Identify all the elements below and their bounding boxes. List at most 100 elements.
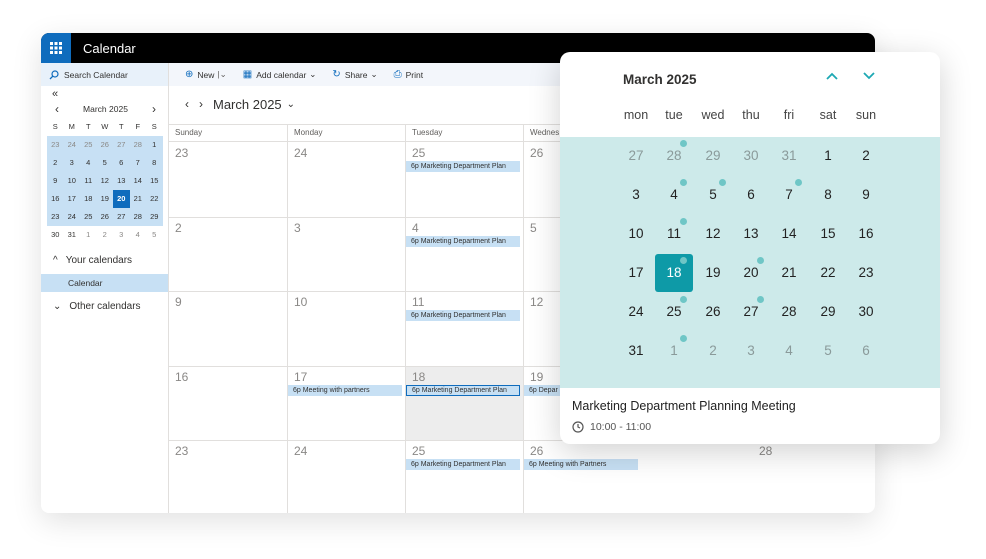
calendar-event[interactable]: 6p Marketing Department Plan	[406, 161, 520, 172]
popup-day[interactable]: 25	[655, 293, 693, 331]
your-calendars-toggle[interactable]: ^ Your calendars	[41, 248, 168, 272]
chevron-up-icon[interactable]	[826, 68, 838, 83]
popup-day[interactable]: 1	[809, 137, 847, 175]
popup-day[interactable]: 27	[732, 293, 770, 331]
mini-day[interactable]: 7	[129, 154, 146, 172]
mini-prev-month-icon[interactable]: ‹	[51, 102, 63, 116]
popup-day[interactable]: 30	[732, 137, 770, 175]
day-cell[interactable]: 25	[405, 143, 523, 218]
current-month-label[interactable]: March 2025	[213, 97, 282, 112]
mini-day[interactable]: 4	[130, 226, 147, 244]
day-cell[interactable]: 10	[287, 292, 405, 367]
day-cell[interactable]: 23	[169, 441, 287, 513]
mini-day[interactable]: 15	[146, 172, 163, 190]
popup-day[interactable]: 24	[617, 293, 655, 331]
popup-day[interactable]: 7	[770, 176, 808, 214]
mini-day[interactable]: 27	[113, 208, 130, 226]
mini-day[interactable]: 31	[64, 226, 81, 244]
chevron-down-icon[interactable]: ⌄	[287, 99, 295, 110]
popup-day[interactable]: 30	[847, 293, 885, 331]
popup-day[interactable]: 3	[732, 332, 770, 370]
mini-day[interactable]: 24	[63, 208, 80, 226]
app-launcher-icon[interactable]	[41, 33, 71, 63]
calendar-event[interactable]: 6p Marketing Department Plan	[406, 310, 520, 321]
day-cell[interactable]: 17	[287, 366, 405, 441]
popup-day[interactable]: 2	[694, 332, 732, 370]
mini-day[interactable]: 23	[47, 208, 64, 226]
mini-day[interactable]: 4	[80, 154, 97, 172]
popup-day[interactable]: 5	[809, 332, 847, 370]
calendar-event[interactable]: 6p Marketing Department Plan	[406, 235, 520, 247]
mini-day[interactable]: 25	[80, 208, 97, 226]
next-month-icon[interactable]: ›	[199, 97, 203, 111]
mini-day[interactable]: 20	[113, 190, 130, 208]
mini-day[interactable]: 2	[97, 226, 114, 244]
mini-next-month-icon[interactable]: ›	[148, 102, 160, 116]
mini-day[interactable]: 30	[47, 226, 64, 244]
day-cell[interactable]: 25	[405, 441, 523, 513]
popup-day[interactable]: 28	[770, 293, 808, 331]
popup-day[interactable]: 16	[847, 215, 885, 253]
popup-day[interactable]: 13	[732, 215, 770, 253]
mini-day[interactable]: 12	[96, 172, 113, 190]
print-button[interactable]: ⎙ Print	[394, 69, 423, 80]
popup-day[interactable]: 17	[617, 254, 655, 292]
day-cell[interactable]: 9	[169, 292, 287, 367]
mini-day[interactable]: 5	[146, 226, 163, 244]
popup-day[interactable]: 5	[694, 176, 732, 214]
popup-day[interactable]: 29	[809, 293, 847, 331]
day-cell[interactable]: 24	[287, 441, 405, 513]
mini-day[interactable]: 24	[63, 136, 80, 154]
mini-day[interactable]: 28	[129, 136, 146, 154]
popup-day[interactable]: 9	[847, 176, 885, 214]
share-button[interactable]: ↻ Share ⌄	[332, 69, 377, 80]
day-cell[interactable]: 26	[523, 441, 641, 513]
prev-month-icon[interactable]: ‹	[185, 97, 189, 111]
popup-day[interactable]: 19	[694, 254, 732, 292]
popup-day[interactable]: 31	[770, 137, 808, 175]
popup-day[interactable]: 28	[655, 137, 693, 175]
popup-day[interactable]: 4	[655, 176, 693, 214]
search-input[interactable]: Search Calendar	[41, 63, 168, 86]
mini-day[interactable]: 19	[96, 190, 113, 208]
popup-day[interactable]: 4	[770, 332, 808, 370]
calendar-event[interactable]: 6p Depar	[524, 384, 560, 396]
mini-day[interactable]: 22	[146, 190, 163, 208]
popup-day[interactable]: 12	[694, 215, 732, 253]
popup-day[interactable]: 20	[732, 254, 770, 292]
popup-day[interactable]: 11	[655, 215, 693, 253]
mini-day[interactable]: 16	[47, 190, 64, 208]
day-cell[interactable]: 23	[169, 143, 287, 218]
day-cell[interactable]: 11	[405, 292, 523, 367]
day-cell[interactable]: 24	[287, 143, 405, 218]
mini-day[interactable]: 29	[146, 208, 163, 226]
popup-day[interactable]: 18	[655, 254, 693, 292]
mini-day[interactable]: 5	[96, 154, 113, 172]
mini-day[interactable]: 3	[63, 154, 80, 172]
popup-day[interactable]: 23	[847, 254, 885, 292]
other-calendars-toggle[interactable]: ⌄ Other calendars	[41, 294, 168, 318]
popup-day[interactable]: 22	[809, 254, 847, 292]
popup-day[interactable]: 1	[655, 332, 693, 370]
event-title[interactable]: Marketing Department Planning Meeting	[572, 399, 796, 413]
calendar-event[interactable]: 6p Meeting with partners	[288, 384, 402, 396]
day-cell[interactable]: 16	[169, 367, 287, 441]
mini-day[interactable]: 2	[47, 154, 64, 172]
mini-day[interactable]: 26	[96, 136, 113, 154]
calendar-event[interactable]: 6p Marketing Department Plan	[406, 459, 520, 470]
collapse-sidebar-icon[interactable]: «	[41, 86, 168, 100]
mini-day[interactable]: 6	[113, 154, 130, 172]
calendar-event[interactable]: 6p Marketing Department Plan	[406, 384, 520, 396]
mini-day[interactable]: 26	[96, 208, 113, 226]
mini-day[interactable]: 14	[129, 172, 146, 190]
calendar-list-item[interactable]: Calendar	[41, 274, 168, 292]
mini-day[interactable]: 23	[47, 136, 64, 154]
popup-day[interactable]: 15	[809, 215, 847, 253]
popup-day[interactable]: 3	[617, 176, 655, 214]
mini-day[interactable]: 13	[113, 172, 130, 190]
add-calendar-button[interactable]: ▦ Add calendar ⌄	[243, 69, 317, 80]
day-cell[interactable]: 2	[169, 218, 287, 292]
mini-day[interactable]: 3	[113, 226, 130, 244]
mini-day[interactable]: 8	[146, 154, 163, 172]
mini-day[interactable]: 28	[129, 208, 146, 226]
